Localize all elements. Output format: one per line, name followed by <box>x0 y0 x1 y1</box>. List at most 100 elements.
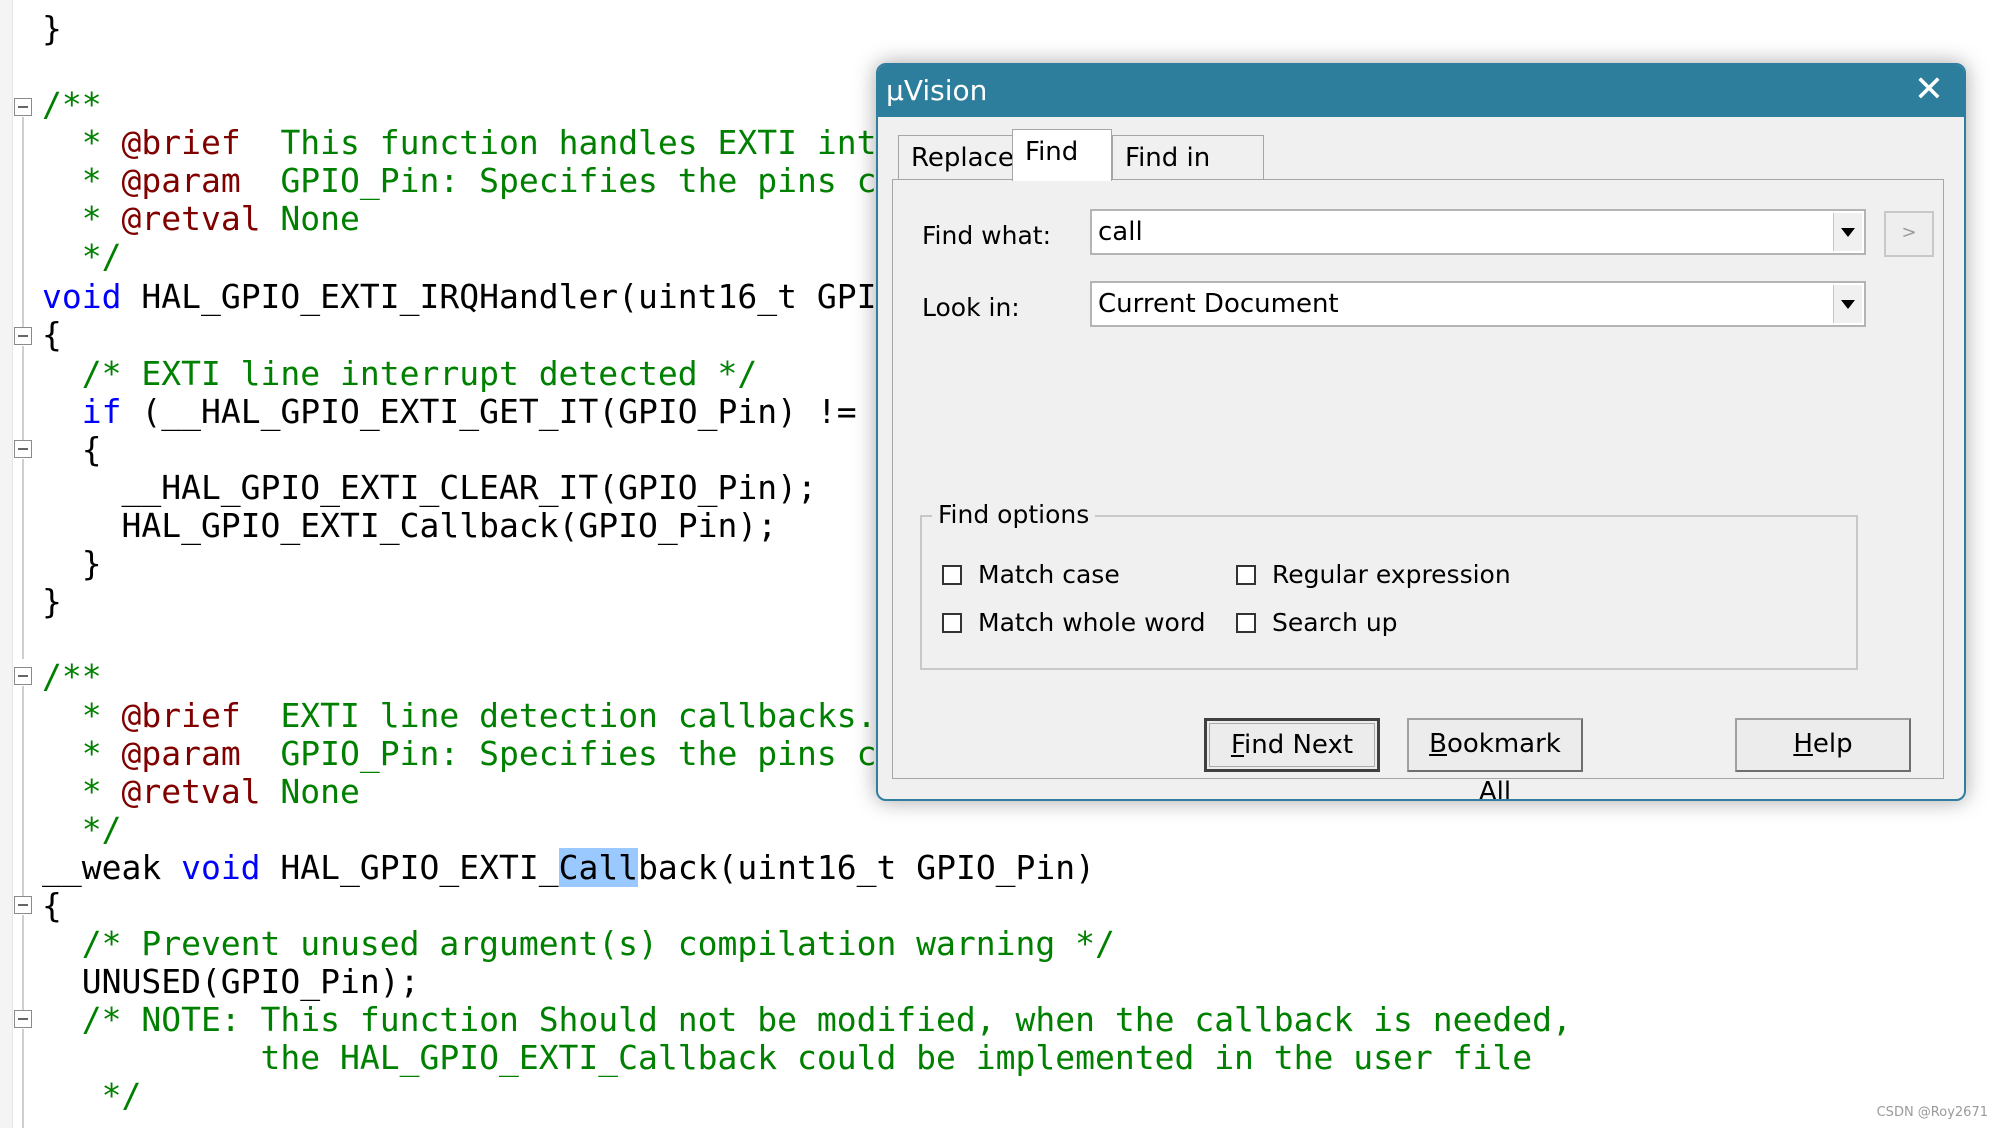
fold-toggle-icon[interactable] <box>14 667 32 685</box>
code-line[interactable]: /** <box>42 86 102 124</box>
chevron-down-icon[interactable] <box>1833 285 1862 323</box>
fold-guide <box>22 117 24 327</box>
tab-find[interactable]: Find <box>1012 129 1112 181</box>
fold-guide <box>22 1029 24 1128</box>
code-token: * <box>42 199 122 238</box>
code-token: None <box>260 199 360 238</box>
dialog-title: µVision <box>886 74 988 107</box>
code-token: /** <box>42 85 102 124</box>
tab-replace[interactable]: Replace <box>898 135 1014 179</box>
code-line[interactable]: */ <box>42 810 122 849</box>
code-token: @retval <box>121 199 261 238</box>
search-up-label[interactable]: Search up <box>1272 607 1398 639</box>
code-token: __HAL_GPIO_EXTI_CLEAR_IT(GPIO_Pin); <box>42 468 817 507</box>
code-token: @brief <box>121 123 241 162</box>
code-token: /** <box>42 657 102 696</box>
code-line[interactable]: /* Prevent unused argument(s) compilatio… <box>42 925 1115 963</box>
fold-toggle-icon[interactable] <box>14 1010 32 1028</box>
bookmark-all-button[interactable]: Bookmark All <box>1407 718 1583 799</box>
code-token: } <box>42 9 62 48</box>
code-line[interactable]: the HAL_GPIO_EXTI_Callback could be impl… <box>42 1039 1533 1077</box>
match-whole-word-checkbox[interactable] <box>942 613 962 633</box>
editor-left-strip <box>0 0 13 1128</box>
help-button[interactable]: Help <box>1735 718 1911 772</box>
code-line[interactable]: */ <box>42 237 122 276</box>
code-token: back(uint16_t GPIO_Pin) <box>638 848 1096 887</box>
code-line[interactable]: * @retval None <box>42 773 360 811</box>
code-token: * <box>42 734 122 773</box>
code-token: void <box>181 848 261 887</box>
code-token: } <box>42 582 62 621</box>
find-next-button[interactable]: Find Next <box>1204 718 1380 772</box>
code-token: /* Prevent unused argument(s) compilatio… <box>42 924 1115 963</box>
regular-expression-label[interactable]: Regular expression <box>1272 559 1511 591</box>
dialog-titlebar[interactable]: µVision ✕ <box>878 65 1964 117</box>
match-case-checkbox[interactable] <box>942 565 962 585</box>
code-token: */ <box>42 1076 142 1115</box>
code-line[interactable]: { <box>42 316 62 354</box>
chevron-down-icon[interactable] <box>1833 213 1862 251</box>
code-token: * <box>42 772 122 811</box>
code-token: @brief <box>121 696 241 735</box>
code-token: */ <box>42 810 122 849</box>
code-token: @param <box>121 734 241 773</box>
find-tab-panel <box>892 179 1944 779</box>
code-line[interactable]: void HAL_GPIO_EXTI_IRQHandler(uint16_t G… <box>42 278 916 316</box>
code-token: UNUSED(GPIO_Pin); <box>42 962 420 1001</box>
code-token: __weak <box>42 848 182 887</box>
fold-toggle-icon[interactable] <box>14 98 32 116</box>
match-case-label[interactable]: Match case <box>978 559 1120 591</box>
code-token: void <box>42 277 122 316</box>
code-line[interactable]: } <box>42 583 62 621</box>
look-in-value: Current Document <box>1098 289 1339 319</box>
code-token: { <box>42 430 102 469</box>
find-what-label: Find what: <box>922 221 1052 250</box>
code-line[interactable]: * @param GPIO_Pin: Specifies the pins co… <box>42 735 916 773</box>
find-options-group: Find options Match case Match whole word… <box>920 499 1858 670</box>
fold-guide <box>22 346 24 440</box>
regular-expression-checkbox[interactable] <box>1236 565 1256 585</box>
search-up-checkbox[interactable] <box>1236 613 1256 633</box>
find-what-input[interactable]: call <box>1098 211 1143 253</box>
code-token: if <box>81 392 122 431</box>
fold-guide <box>22 686 24 896</box>
regex-helper-button[interactable]: > <box>1884 211 1934 257</box>
code-token: /* NOTE: This function Should not be mod… <box>42 1000 1572 1039</box>
code-line[interactable]: } <box>42 545 102 583</box>
look-in-select[interactable]: Current Document <box>1090 281 1866 327</box>
code-token: EXTI line detection callbacks. <box>240 696 877 735</box>
code-line[interactable]: /** <box>42 658 102 696</box>
code-token: HAL_GPIO_EXTI_ <box>260 848 559 887</box>
code-token: (__HAL_GPIO_EXTI_GET_IT(GPIO_Pin) != <box>121 392 877 431</box>
close-icon[interactable]: ✕ <box>1894 65 1964 117</box>
code-line[interactable]: /* NOTE: This function Should not be mod… <box>42 1001 1572 1039</box>
code-line[interactable]: } <box>42 10 62 48</box>
code-line[interactable]: { <box>42 431 102 469</box>
tab-find-in-files[interactable]: Find in Files <box>1112 135 1264 217</box>
code-line[interactable]: */ <box>42 1076 142 1115</box>
code-token: * <box>42 123 122 162</box>
code-line[interactable]: __weak void HAL_GPIO_EXTI_Callback(uint1… <box>42 848 1096 887</box>
code-token: Call <box>558 848 639 887</box>
code-line[interactable]: if (__HAL_GPIO_EXTI_GET_IT(GPIO_Pin) != … <box>42 392 917 431</box>
code-line[interactable]: UNUSED(GPIO_Pin); <box>42 963 420 1001</box>
code-line[interactable]: __HAL_GPIO_EXTI_CLEAR_IT(GPIO_Pin); <box>42 468 817 507</box>
code-token: GPIO_Pin: Specifies the pins con <box>240 161 917 200</box>
fold-toggle-icon[interactable] <box>14 327 32 345</box>
code-token: { <box>42 886 62 925</box>
code-token: { <box>42 315 62 354</box>
find-what-combo[interactable]: call <box>1090 209 1866 255</box>
fold-toggle-icon[interactable] <box>14 896 32 914</box>
code-line[interactable]: /* EXTI line interrupt detected */ <box>42 355 758 393</box>
code-token: */ <box>42 237 122 276</box>
code-line[interactable]: HAL_GPIO_EXTI_Callback(GPIO_Pin); <box>42 507 777 545</box>
code-token: HAL_GPIO_EXTI_Callback(GPIO_Pin); <box>42 506 778 545</box>
code-line[interactable]: * @brief This function handles EXTI inte… <box>42 124 916 162</box>
code-token: HAL_GPIO_EXTI_IRQHandler(uint16_t GPIO_ <box>121 277 917 316</box>
code-line[interactable]: * @param GPIO_Pin: Specifies the pins co… <box>42 162 916 200</box>
code-line[interactable]: * @brief EXTI line detection callbacks. <box>42 696 877 735</box>
match-whole-word-label[interactable]: Match whole word <box>978 607 1206 639</box>
code-line[interactable]: * @retval None <box>42 200 360 238</box>
fold-toggle-icon[interactable] <box>14 440 32 458</box>
code-line[interactable]: { <box>42 887 62 925</box>
